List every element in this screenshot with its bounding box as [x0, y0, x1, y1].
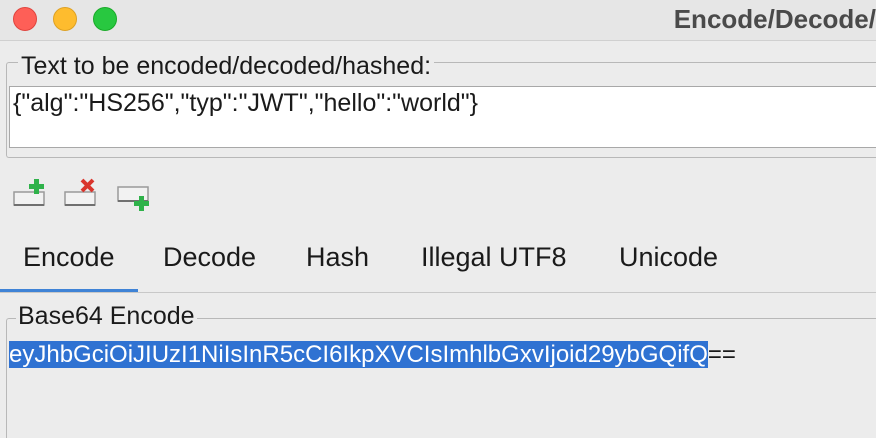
title-bar: Encode/Decode/ [0, 0, 876, 41]
tab-unicode[interactable]: Unicode [619, 242, 718, 273]
add-button[interactable] [12, 178, 50, 210]
output-group-box [6, 318, 876, 438]
window-title: Encode/Decode/ [673, 4, 876, 34]
zoom-window-button[interactable] [93, 7, 117, 31]
input-legend: Text to be encoded/decoded/hashed: [18, 52, 435, 81]
output-text-remainder[interactable]: == [708, 341, 736, 368]
tab-illegal-utf8[interactable]: Illegal UTF8 [421, 242, 567, 273]
tab-bar: Encode Decode Hash Illegal UTF8 Unicode [0, 240, 876, 293]
tabs-divider [0, 292, 876, 293]
output-text-field[interactable]: eyJhbGciOiJIUzI1NiIsInR5cCI6IkpXVCIsImhl… [9, 340, 736, 370]
tab-encode[interactable]: Encode [23, 242, 115, 273]
input-text-area[interactable]: {"alg":"HS256","typ":"JWT","hello":"worl… [9, 86, 876, 148]
add-list-button[interactable] [116, 183, 154, 215]
remove-icon [63, 178, 101, 210]
output-legend: Base64 Encode [16, 302, 197, 331]
selected-output-text[interactable]: eyJhbGciOiJIUzI1NiIsInR5cCI6IkpXVCIsImhl… [9, 341, 708, 368]
minimize-window-button[interactable] [53, 7, 77, 31]
add-icon [12, 178, 50, 210]
add-list-icon [116, 183, 154, 215]
remove-button[interactable] [63, 178, 101, 210]
tab-decode[interactable]: Decode [163, 242, 256, 273]
close-window-button[interactable] [13, 7, 37, 31]
tab-hash[interactable]: Hash [306, 242, 369, 273]
